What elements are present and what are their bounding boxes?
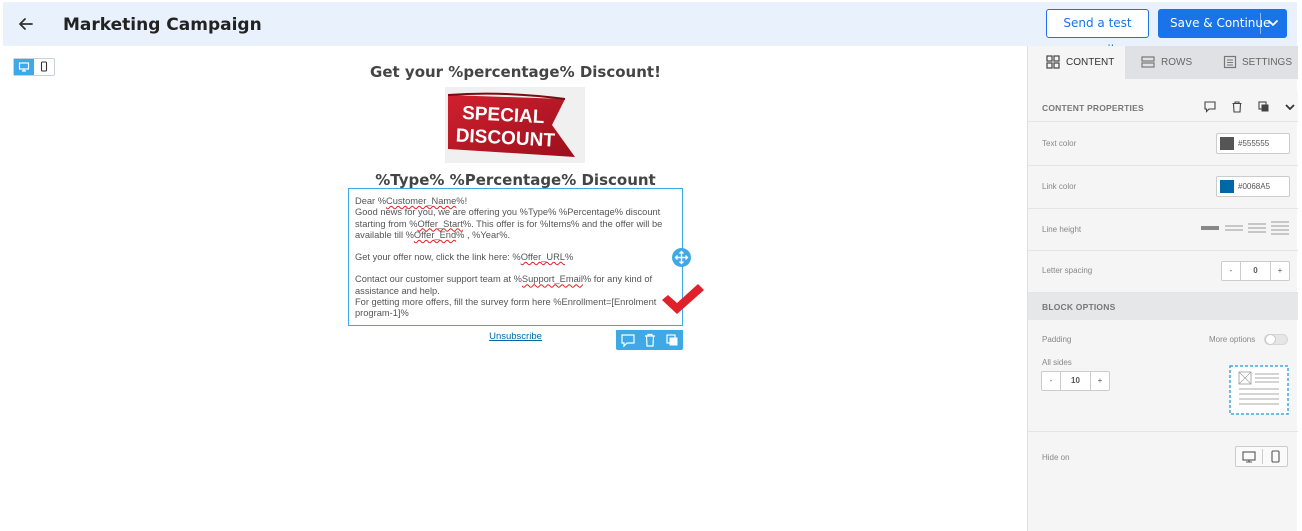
desktop-view-button[interactable] [14,59,34,75]
comment-icon[interactable] [1203,100,1217,114]
link-color-value: #0068A5 [1238,182,1271,191]
desktop-icon [18,62,30,72]
survey-paragraph: For getting more offers, fill the survey… [355,297,657,319]
tab-content-label: CONTENT [1066,57,1115,68]
padding-stepper[interactable]: - 10 + [1041,371,1110,391]
move-icon [674,250,689,265]
preview-device-toggle [13,58,55,76]
block-options-header: BLOCK OPTIONS [1028,293,1298,320]
banner-text-special: SPECIAL [462,103,546,128]
letter-spacing-increment[interactable]: + [1270,262,1289,280]
top-bar: Marketing Campaign Send a test email Sav… [3,2,1297,57]
text-color-swatch [1220,137,1234,150]
selected-text-block[interactable]: Dear %Customer_Name%! Good news for you,… [348,188,683,326]
text-color-row: Text color #555555 [1028,123,1298,166]
line-height-relaxed-icon[interactable] [1248,222,1266,234]
content-properties-header: CONTENT PROPERTIES [1028,92,1298,122]
more-options-toggle[interactable] [1264,334,1288,345]
properties-panel: CONTENT ROWS SETTINGS CONTENT PROPERTIES [1027,46,1298,531]
text-color-picker[interactable]: #555555 [1216,133,1290,154]
duplicate-icon[interactable] [1257,100,1271,114]
link-color-picker[interactable]: #0068A5 [1216,176,1290,197]
line-height-loose-icon[interactable] [1271,221,1289,235]
chevron-down-icon[interactable] [1266,16,1280,30]
line-height-row: Line height [1028,209,1298,251]
page-title: Marketing Campaign [63,15,262,35]
line-height-label: Line height [1042,225,1082,234]
padding-preview-icon [1229,365,1289,415]
content-properties-title: CONTENT PROPERTIES [1042,103,1144,113]
letter-spacing-row: Letter spacing - 0 + [1028,251,1298,293]
settings-icon [1223,55,1237,69]
mobile-view-button[interactable] [34,59,54,75]
text-color-value: #555555 [1238,139,1270,148]
letter-spacing-decrement[interactable]: - [1222,262,1241,280]
offer-link-line: Get your offer now, click the link here:… [355,252,574,263]
padding-increment[interactable]: + [1090,372,1109,390]
back-arrow-icon[interactable] [17,15,35,33]
all-sides-label: All sides [1042,358,1072,367]
letter-spacing-value[interactable]: 0 [1241,262,1270,280]
hide-on-desktop-icon[interactable] [1236,447,1262,466]
letter-spacing-stepper[interactable]: - 0 + [1221,261,1290,281]
unsubscribe-link[interactable]: Unsubscribe [348,331,683,342]
send-test-email-button[interactable]: Send a test email [1046,9,1149,57]
collapse-chevron-icon[interactable] [1283,100,1297,114]
tab-rows-label: ROWS [1161,57,1193,68]
move-handle[interactable] [672,248,691,267]
mobile-icon [40,61,48,72]
tab-content[interactable]: CONTENT [1028,46,1125,79]
line-height-normal-icon[interactable] [1225,223,1243,233]
padding-row: Padding More options All sides - 10 + [1028,320,1298,432]
save-continue-button[interactable]: Save & Continue [1158,9,1287,38]
support-paragraph: Contact our customer support team at %Su… [355,274,653,296]
link-color-swatch [1220,180,1234,193]
hide-on-row: Hide on [1028,432,1298,482]
block-options-title: BLOCK OPTIONS [1042,302,1116,312]
save-continue-label: Save & Continue [1170,16,1271,30]
greeting-line: Dear %Customer_Name%! [355,196,468,206]
hide-on-mobile-icon[interactable] [1263,447,1288,466]
hide-on-buttons [1235,446,1288,467]
red-checkmark-icon [662,284,704,314]
email-subheading[interactable]: %Type% %Percentage% Discount [348,171,683,189]
button-divider [1260,13,1261,34]
tab-rows[interactable]: ROWS [1125,46,1211,79]
letter-spacing-label: Letter spacing [1042,266,1093,275]
tab-settings[interactable]: SETTINGS [1211,46,1298,79]
toggle-knob [1265,334,1276,345]
special-discount-image[interactable]: SPECIAL DISCOUNT [445,87,585,163]
grid-icon [1046,55,1060,69]
offer-paragraph: Good news for you, we are offering you %… [355,207,663,240]
special-discount-banner: SPECIAL DISCOUNT [447,92,575,157]
panel-tabs: CONTENT ROWS SETTINGS [1028,46,1298,79]
hide-on-label: Hide on [1042,453,1070,462]
link-color-row: Link color #0068A5 [1028,166,1298,209]
link-color-label: Link color [1042,182,1077,191]
trash-icon[interactable] [1230,100,1244,114]
line-height-tight-icon[interactable] [1201,223,1219,233]
more-options-label: More options [1209,335,1256,344]
email-heading[interactable]: Get your %percentage% Discount! [348,63,683,81]
text-color-label: Text color [1042,139,1077,148]
padding-decrement[interactable]: - [1042,372,1061,390]
rows-icon [1141,56,1155,68]
tab-settings-label: SETTINGS [1242,57,1293,68]
padding-value[interactable]: 10 [1061,372,1090,390]
padding-label: Padding [1042,335,1072,344]
